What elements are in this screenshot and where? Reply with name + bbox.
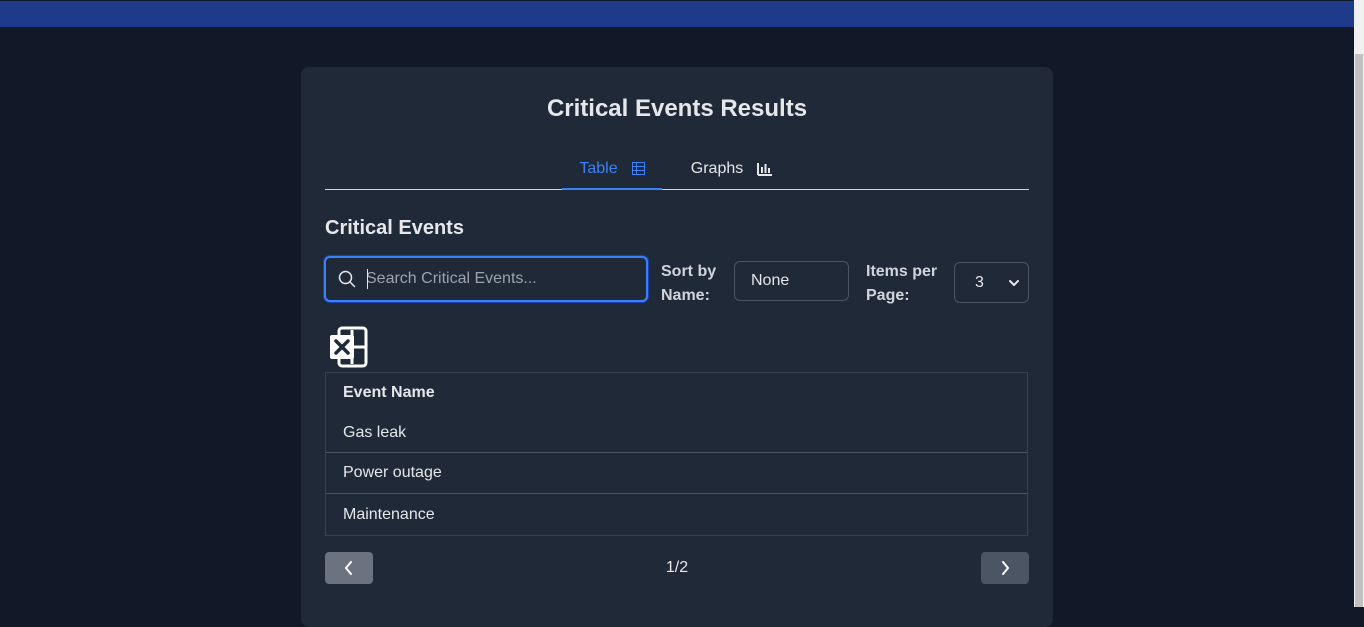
page-scrollbar[interactable] (1354, 0, 1364, 607)
table-row: Gas leak (326, 413, 1027, 453)
table-row: Power outage (326, 453, 1027, 494)
sort-label: Sort by Name: (661, 263, 717, 304)
search-box[interactable] (324, 256, 648, 302)
page-title: Critical Events Results (546, 95, 808, 122)
events-table: Event Name Gas leak Power outage Mainten… (325, 372, 1028, 536)
table-body: Gas leak Power outage Maintenance (326, 413, 1027, 535)
text-caret (367, 269, 368, 289)
table-header-event-name: Event Name (343, 384, 435, 401)
sort-select[interactable]: None (734, 261, 849, 301)
chevron-right-icon (1002, 561, 1009, 575)
search-input[interactable] (366, 258, 636, 300)
chevron-down-icon (1009, 280, 1019, 286)
next-page-button[interactable] (981, 552, 1029, 584)
table-row: Maintenance (343, 505, 435, 523)
results-card: Critical Events Results Table Graphs Cri… (301, 67, 1053, 627)
tab-graphs[interactable]: Graphs (680, 149, 784, 188)
scrollbar-thumb[interactable] (1355, 54, 1363, 607)
table-icon (631, 162, 645, 175)
items-per-page-select[interactable]: 3 (954, 262, 1029, 303)
search-icon (338, 270, 356, 288)
tab-table-label: Table (579, 159, 618, 177)
excel-icon (330, 326, 368, 368)
tab-table[interactable]: Table (562, 149, 662, 190)
items-per-page-label: Items per Page: (866, 263, 938, 304)
section-title: Critical Events (325, 217, 464, 239)
items-per-page-value: 3 (975, 273, 984, 291)
page-indicator: 1/2 (665, 559, 689, 576)
top-bar (0, 0, 1354, 27)
bar-chart-icon (757, 162, 773, 176)
view-tabs: Table Graphs (325, 149, 1029, 190)
export-excel-button[interactable] (329, 326, 369, 368)
tab-graphs-label: Graphs (690, 159, 744, 177)
